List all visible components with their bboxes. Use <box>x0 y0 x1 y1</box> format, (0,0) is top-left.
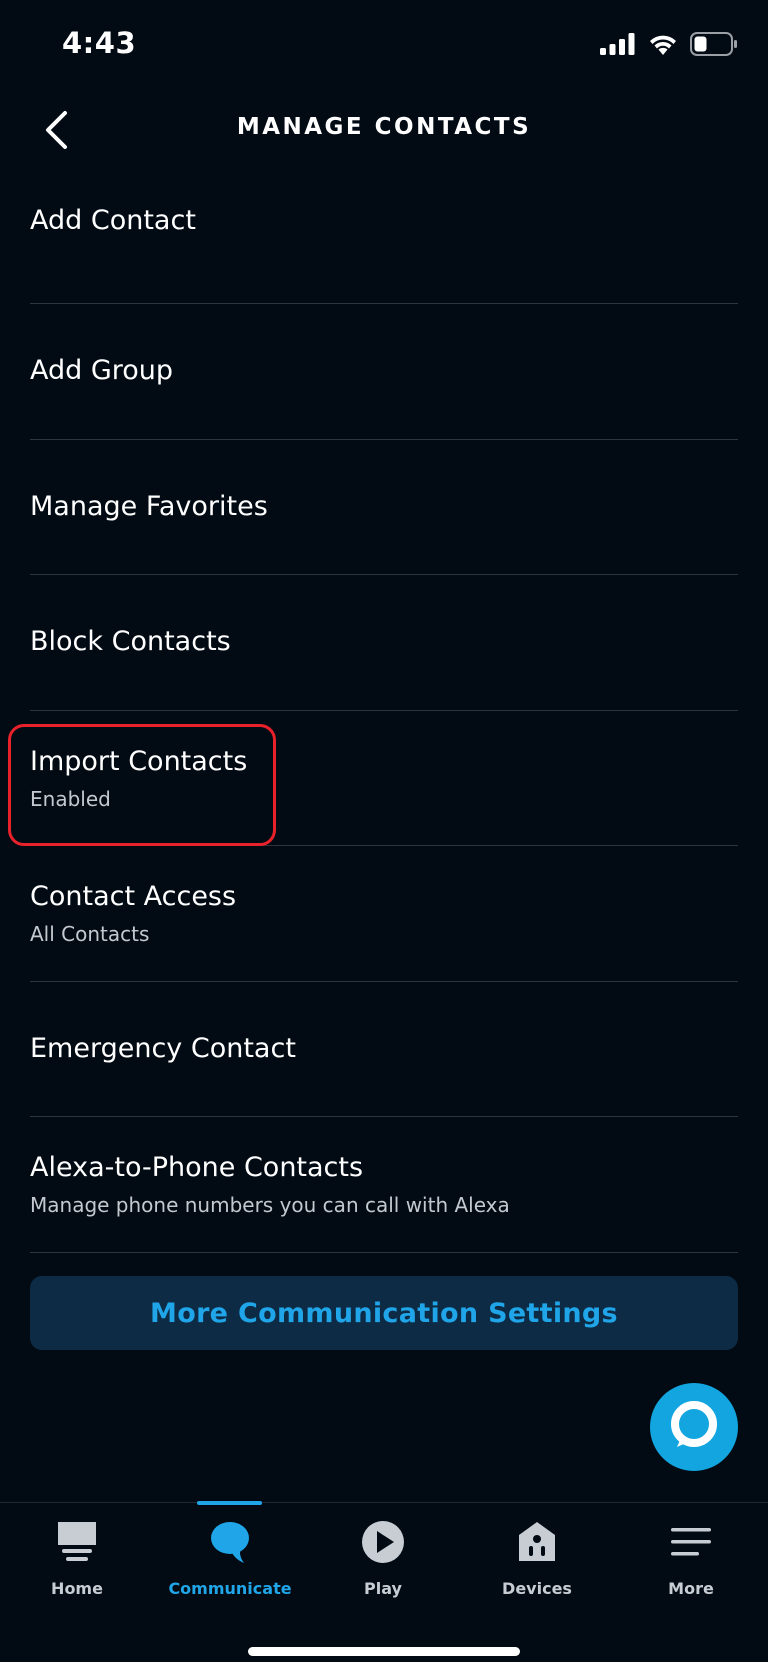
menu-item-subtitle: All Contacts <box>30 922 150 947</box>
home-icon <box>52 1517 102 1567</box>
cellular-signal-icon <box>600 33 636 55</box>
menu-item-add-group[interactable]: Add Group <box>30 304 738 440</box>
menu-item-add-contact[interactable]: Add Contact <box>30 172 738 304</box>
devices-house-icon <box>512 1517 562 1567</box>
menu-item-contact-access[interactable]: Contact Access All Contacts <box>30 846 738 982</box>
menu-item-title: Block Contacts <box>30 626 231 658</box>
alexa-ring-icon <box>668 1399 720 1455</box>
bottom-nav: Home Communicate Play Devices More <box>0 1501 768 1662</box>
status-bar: 4:43 <box>0 0 768 92</box>
menu-item-title: Alexa-to-Phone Contacts <box>30 1152 364 1184</box>
menu-item-subtitle: Enabled <box>30 786 111 811</box>
menu-item-title: Emergency Contact <box>30 1032 296 1064</box>
menu-item-title: Add Group <box>30 355 174 387</box>
contacts-menu: Add Contact Add Group Manage Favorites B… <box>30 172 738 1253</box>
menu-item-alexa-to-phone-contacts[interactable]: Alexa-to-Phone Contacts Manage phone num… <box>30 1117 738 1253</box>
nav-active-indicator <box>197 1501 262 1505</box>
menu-item-title: Import Contacts <box>30 745 248 777</box>
alexa-button[interactable] <box>650 1383 738 1471</box>
status-icons <box>600 32 738 56</box>
wifi-icon <box>648 33 678 55</box>
nav-item-home[interactable]: Home <box>7 1517 147 1598</box>
menu-item-manage-favorites[interactable]: Manage Favorites <box>30 440 738 575</box>
menu-item-title: Add Contact <box>30 204 196 236</box>
status-time: 4:43 <box>62 26 137 60</box>
nav-item-communicate[interactable]: Communicate <box>160 1517 300 1598</box>
play-icon <box>358 1517 408 1567</box>
header: MANAGE CONTACTS <box>0 92 768 172</box>
nav-label: Play <box>364 1579 402 1598</box>
nav-label: Communicate <box>168 1579 292 1598</box>
nav-label: More <box>668 1579 714 1598</box>
menu-item-subtitle: Manage phone numbers you can call with A… <box>30 1193 510 1218</box>
more-settings-label: More Communication Settings <box>150 1297 618 1329</box>
nav-label: Devices <box>502 1579 572 1598</box>
nav-item-more[interactable]: More <box>621 1517 761 1598</box>
menu-item-title: Manage Favorites <box>30 490 268 522</box>
more-communication-settings-button[interactable]: More Communication Settings <box>30 1276 738 1350</box>
battery-icon <box>690 32 738 56</box>
chat-bubble-icon <box>205 1517 255 1567</box>
menu-item-title: Contact Access <box>30 881 237 913</box>
nav-item-devices[interactable]: Devices <box>467 1517 607 1598</box>
menu-item-import-contacts[interactable]: Import Contacts Enabled <box>30 711 738 846</box>
menu-item-block-contacts[interactable]: Block Contacts <box>30 575 738 711</box>
menu-lines-icon <box>666 1517 716 1567</box>
nav-item-play[interactable]: Play <box>313 1517 453 1598</box>
nav-label: Home <box>51 1579 103 1598</box>
menu-item-emergency-contact[interactable]: Emergency Contact <box>30 982 738 1117</box>
page-title: MANAGE CONTACTS <box>236 114 532 140</box>
home-indicator <box>248 1647 520 1656</box>
